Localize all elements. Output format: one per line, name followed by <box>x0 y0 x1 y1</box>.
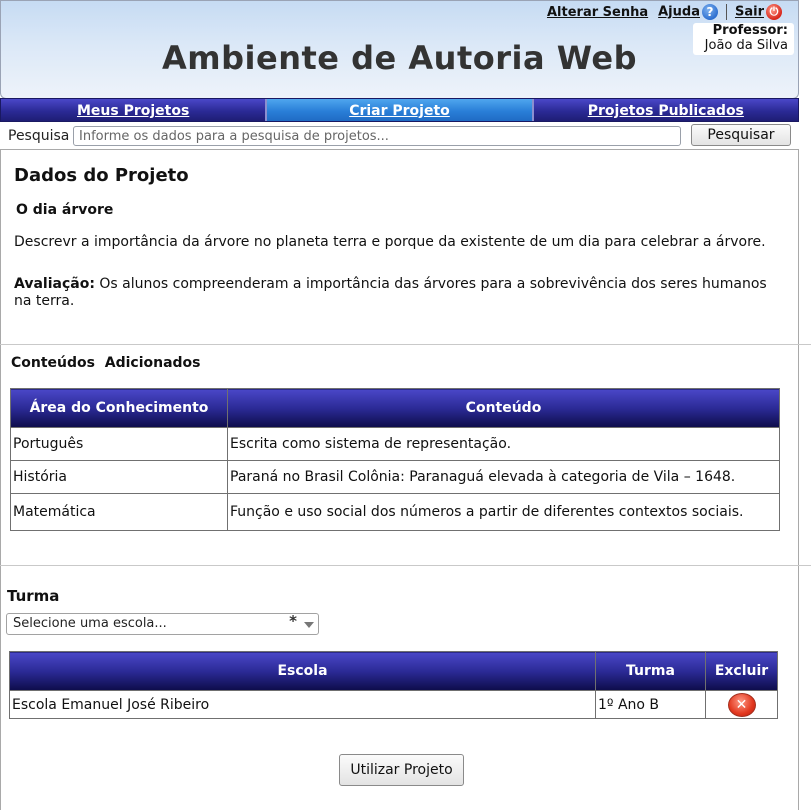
table-cell: Função e uso social dos números a partir… <box>227 493 780 531</box>
table-cell: 1º Ano B <box>595 690 706 719</box>
professor-label: Professor: <box>712 23 788 38</box>
app-header: Alterar Senha Ajuda? Sair ⏻ Professor: Jo… <box>0 0 799 99</box>
contents-table: Área do Conhecimento Conteúdo Português … <box>10 388 780 531</box>
required-mark: * <box>289 612 297 630</box>
table-row: Português Escrita como sistema de repres… <box>10 427 780 461</box>
help-link[interactable]: Ajuda? <box>658 4 718 20</box>
table-header-row: Escola Turma Excluir <box>9 651 778 691</box>
table-cell: Escrita como sistema de representação. <box>227 427 780 461</box>
table-row: História Paraná no Brasil Colônia: Paran… <box>10 460 780 494</box>
school-select-value[interactable]: Selecione uma escola... <box>13 616 167 631</box>
power-icon[interactable]: ⏻ <box>766 4 782 20</box>
contents-title: Conteúdos Adicionados <box>11 355 201 371</box>
delete-icon[interactable]: ✕ <box>727 692 756 717</box>
column-header: Escola <box>9 651 596 691</box>
turma-title: Turma <box>7 587 60 605</box>
project-evaluation: Avaliação: Os alunos compreenderam a imp… <box>14 276 784 310</box>
column-header: Excluir <box>705 651 778 691</box>
search-label: Pesquisa <box>8 128 70 144</box>
table-cell: Matemática <box>10 493 228 531</box>
help-link-label[interactable]: Ajuda <box>658 5 700 20</box>
nav-criar-projeto[interactable]: Criar Projeto <box>267 99 534 121</box>
evaluation-text: Os alunos compreenderam a importância da… <box>14 276 767 309</box>
nav-projetos-publicados[interactable]: Projetos Publicados <box>534 99 798 121</box>
table-cell: Escola Emanuel José Ribeiro <box>9 690 596 719</box>
table-cell: Português <box>10 427 228 461</box>
table-cell: História <box>10 460 228 494</box>
school-select[interactable]: Selecione uma escola... * <box>6 612 319 635</box>
column-header: Turma <box>595 651 706 691</box>
section-divider <box>0 344 811 345</box>
table-row: Matemática Função e uso social dos númer… <box>10 493 780 531</box>
evaluation-label: Avaliação: <box>14 276 95 292</box>
turma-table: Escola Turma Excluir Escola Emanuel José… <box>9 651 778 719</box>
main-nav: Meus Projetos Criar Projeto Projetos Pub… <box>0 98 799 122</box>
app-title: Ambiente de Autoria Web <box>162 39 637 77</box>
divider <box>725 4 727 20</box>
change-password-link[interactable]: Alterar Senha <box>547 5 648 20</box>
use-project-button[interactable]: Utilizar Projeto <box>339 754 464 786</box>
table-row: Escola Emanuel José Ribeiro 1º Ano B ✕ <box>9 690 778 719</box>
nav-meus-projetos[interactable]: Meus Projetos <box>1 99 268 121</box>
table-cell: Paraná no Brasil Colônia: Paranaguá elev… <box>227 460 780 494</box>
search-input[interactable] <box>73 126 681 146</box>
section-divider <box>0 565 811 566</box>
table-header-row: Área do Conhecimento Conteúdo <box>10 388 780 428</box>
column-header: Conteúdo <box>227 388 780 428</box>
top-links: Alterar Senha Ajuda? Sair ⏻ <box>547 4 782 20</box>
column-header: Área do Conhecimento <box>10 388 228 428</box>
help-icon[interactable]: ? <box>701 4 718 20</box>
project-name: O dia árvore <box>16 202 114 218</box>
search-bar: Pesquisa Pesquisar <box>0 123 800 149</box>
exit-link[interactable]: Sair ⏻ <box>735 4 782 20</box>
project-section-title: Dados do Projeto <box>14 165 189 186</box>
project-description: Descrevr a importância da árvore no plan… <box>14 234 766 250</box>
search-button[interactable]: Pesquisar <box>691 124 791 146</box>
table-cell: ✕ <box>705 690 778 719</box>
exit-link-label[interactable]: Sair <box>735 5 764 20</box>
chevron-down-icon[interactable] <box>304 622 314 628</box>
